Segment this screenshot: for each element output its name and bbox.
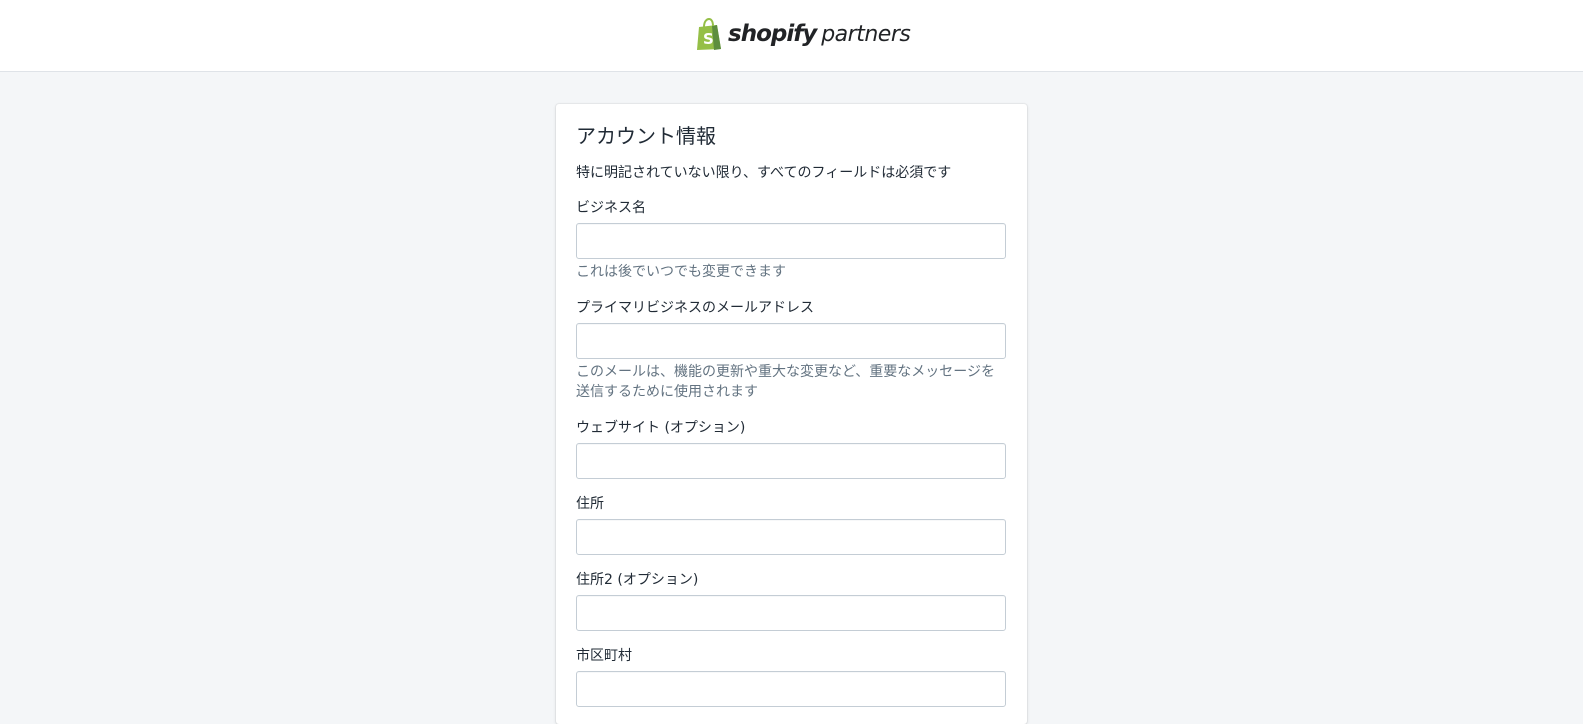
form-title: アカウント情報 (576, 124, 716, 148)
logo-shopify-text: shopify (728, 21, 817, 47)
address-input[interactable] (576, 519, 1006, 555)
email-input[interactable] (576, 323, 1006, 359)
email-help: このメールは、機能の更新や重大な変更など、重要なメッセージを送信するために使用さ… (576, 364, 996, 400)
business-name-input[interactable] (576, 223, 1006, 259)
website-label: ウェブサイト (オプション) (576, 420, 746, 436)
website-input[interactable] (576, 443, 1006, 479)
address2-input[interactable] (576, 595, 1006, 631)
shopify-bag-icon: S (697, 17, 721, 50)
business-name-label: ビジネス名 (576, 200, 646, 216)
city-input[interactable] (576, 671, 1006, 707)
logo-partners-text: partners (821, 21, 911, 47)
address2-label: 住所2 (オプション) (576, 572, 699, 588)
email-label: プライマリビジネスのメールアドレス (576, 300, 814, 316)
account-info-card: アカウント情報 特に明記されていない限り、すべてのフィールドは必須です ビジネス… (556, 104, 1027, 724)
top-bar: S shopify partners (0, 0, 1583, 72)
business-name-help: これは後でいつでも変更できます (576, 264, 786, 280)
svg-text:S: S (703, 30, 714, 48)
city-label: 市区町村 (576, 648, 632, 664)
address-label: 住所 (576, 496, 604, 512)
shopify-partners-logo[interactable]: S shopify partners (695, 17, 911, 51)
form-subtitle: 特に明記されていない限り、すべてのフィールドは必須です (576, 165, 952, 181)
